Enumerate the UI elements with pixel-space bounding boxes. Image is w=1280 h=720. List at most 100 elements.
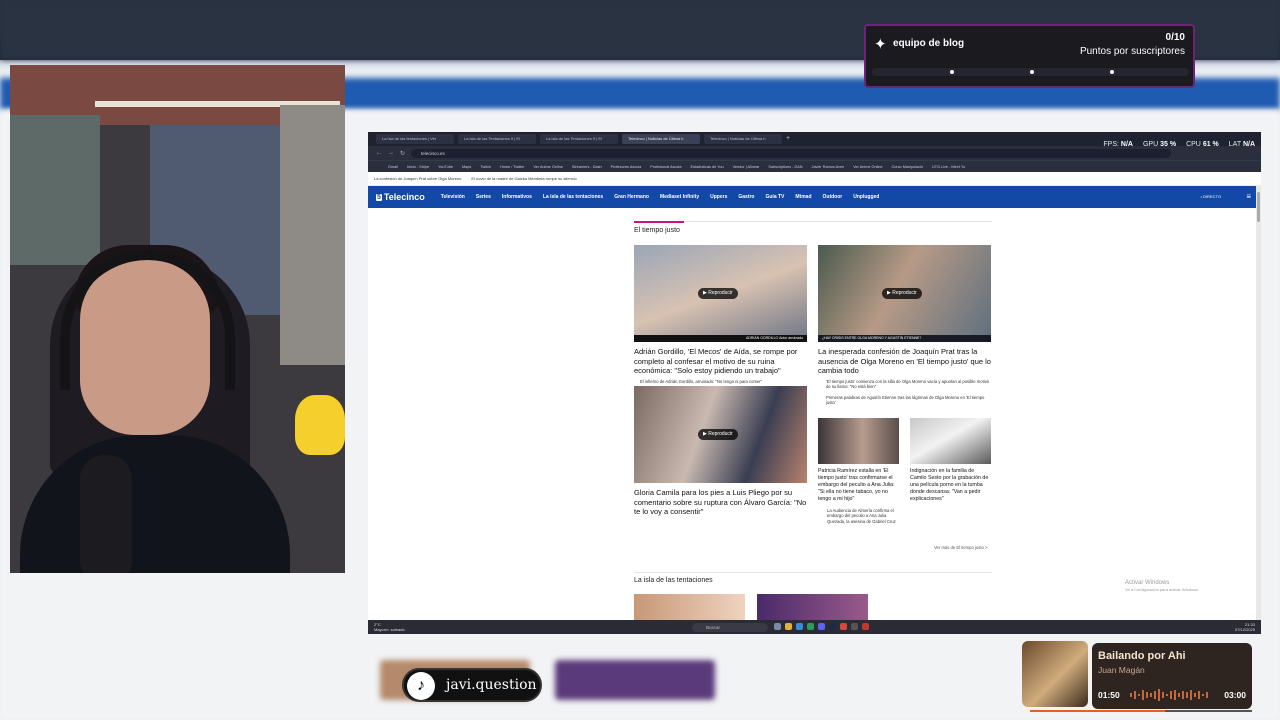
- browser-tab[interactable]: La isla de las Tentaciones 9 | El: [458, 134, 536, 144]
- bookmark[interactable]: Profesores Asocia: [611, 165, 642, 169]
- telecinco-logo[interactable]: 5 Telecinco: [376, 192, 425, 202]
- video-thumbnail[interactable]: ▶ Reproducir ¿HAY CRISIS ENTRE OLGA MORE…: [818, 245, 991, 342]
- related-link[interactable]: El infierno de Adrián Gordillo, arruinad…: [640, 379, 810, 384]
- section-title[interactable]: La isla de las tentaciones: [634, 577, 713, 584]
- related-link[interactable]: La Audiencia de Almería confirma el emba…: [827, 508, 901, 524]
- related-link[interactable]: 'El tiempo justo' comienza con la silla …: [826, 379, 991, 390]
- browser-tab[interactable]: La isla de las Tentaciones 9 | El: [540, 134, 618, 144]
- bookmark[interactable]: Ver Anime Online: [533, 165, 562, 169]
- related-link[interactable]: Primeras palabras de Agustín Etienne tra…: [826, 395, 991, 406]
- tiktok-icon: ♪: [407, 672, 435, 700]
- nav-item[interactable]: Mtmad: [795, 194, 811, 200]
- bookmark[interactable]: Javier Ramos Aven: [812, 165, 845, 169]
- discord-icon[interactable]: [818, 623, 825, 630]
- taskbar-clock[interactable]: 21:33 07/12/2025: [1235, 622, 1255, 632]
- stream-overlay-canvas: La isla de las tentaciones | Ver La isla…: [0, 0, 1280, 720]
- article-thumbnail[interactable]: [818, 418, 899, 464]
- section-title[interactable]: El tiempo justo: [634, 227, 680, 234]
- reload-icon[interactable]: ↻: [400, 150, 405, 157]
- chrome-icon[interactable]: [840, 623, 847, 630]
- article-headline[interactable]: Adrián Gordillo, 'El Mecos' de Aída, se …: [634, 347, 807, 376]
- new-tab-icon[interactable]: +: [786, 134, 790, 144]
- nav-item[interactable]: Guía TV: [765, 194, 784, 200]
- taskbar-search[interactable]: Buscar: [692, 623, 768, 632]
- trending-link[interactable]: La confesión de Joaquín Prat sobre Olga …: [374, 176, 461, 181]
- star-badge-icon: ✦: [874, 36, 887, 53]
- thumbnail-caption: ADRIÁN GORDILLO Actor arruinado: [634, 335, 807, 342]
- bookmark[interactable]: Streamers - Dash: [572, 165, 602, 169]
- bookmark[interactable]: Ver Anime Online: [853, 165, 882, 169]
- play-button[interactable]: ▶ Reproducir: [698, 288, 738, 299]
- task-view-icon[interactable]: [774, 623, 781, 630]
- goal-milestone: [1110, 70, 1114, 74]
- article-thumbnail[interactable]: [910, 418, 991, 464]
- bookmark[interactable]: Inicio - Stripe: [407, 165, 429, 169]
- play-button[interactable]: ▶ Reproducir: [882, 288, 922, 299]
- article-headline[interactable]: La inesperada confesión de Joaquín Prat …: [818, 347, 991, 376]
- url-field[interactable]: telecinco.es: [411, 148, 1172, 158]
- spotify-icon[interactable]: [807, 623, 814, 630]
- track-elapsed: 01:50: [1098, 690, 1120, 700]
- browser-tab-active[interactable]: Telecinco | Noticias de Última h: [622, 134, 700, 144]
- bookmark[interactable]: Subscriptions - DAN: [768, 165, 802, 169]
- bookmark[interactable]: Twitch: [480, 165, 491, 169]
- wanted-poster: [10, 115, 100, 265]
- bookmark[interactable]: Curso Manipulació: [892, 165, 923, 169]
- nav-item[interactable]: Gran Hermano: [614, 194, 649, 200]
- nav-item[interactable]: Informativos: [502, 194, 532, 200]
- article-headline[interactable]: Gloria Camila para los pies a Luis Plieg…: [634, 488, 807, 517]
- clock-date: 07/12/2025: [1234, 627, 1255, 632]
- album-cover: [1022, 641, 1088, 707]
- video-thumbnail[interactable]: ▶ Reproducir: [634, 386, 807, 483]
- video-thumbnail[interactable]: [757, 594, 868, 620]
- bookmark[interactable]: Estadísticas de You: [690, 165, 723, 169]
- forward-arrow-icon[interactable]: →: [388, 150, 394, 156]
- nav-item[interactable]: La isla de las tentaciones: [543, 194, 603, 200]
- file-explorer-icon[interactable]: [785, 623, 792, 630]
- track-artist: Juan Magán: [1098, 665, 1145, 675]
- nav-item[interactable]: Televisión: [441, 194, 465, 200]
- bookmark[interactable]: Profesional Asocia: [650, 165, 681, 169]
- nav-item[interactable]: Unplugged: [853, 194, 879, 200]
- bookmark[interactable]: Gmail: [388, 165, 398, 169]
- back-arrow-icon[interactable]: ←: [376, 150, 382, 156]
- track-progress-bar: [1030, 710, 1252, 712]
- article-headline[interactable]: Patricia Ramírez estalla en 'El tiempo j…: [818, 468, 902, 503]
- wall-poster: [280, 105, 345, 365]
- browser-tab[interactable]: Telecinco | Noticias de Última h: [704, 134, 782, 144]
- obs-icon[interactable]: [851, 623, 858, 630]
- scrollbar-thumb[interactable]: [1257, 192, 1260, 222]
- nav-item[interactable]: Gastro: [738, 194, 754, 200]
- weather-widget[interactable]: 2°C Mayorm. soleado: [374, 622, 405, 632]
- goal-count: 0/10: [1165, 32, 1185, 43]
- bookmark[interactable]: Vendor | Alinear: [733, 165, 760, 169]
- live-link[interactable]: • DIRECTO: [1201, 194, 1221, 199]
- bookmark[interactable]: Home / Twitter: [500, 165, 524, 169]
- subscriber-goal-widget: ✦ equipo de blog 0/10 Puntos por suscrip…: [864, 24, 1195, 88]
- video-thumbnail[interactable]: ▶ Reproducir ADRIÁN GORDILLO Actor arrui…: [634, 245, 807, 342]
- video-thumbnail[interactable]: [634, 594, 745, 620]
- hamburger-menu-icon[interactable]: ≡: [1246, 192, 1251, 201]
- nav-item[interactable]: Mediaset Infinity: [660, 194, 699, 200]
- browser-tab[interactable]: La isla de las tentaciones | Ver: [376, 134, 454, 144]
- nav-item[interactable]: Series: [476, 194, 491, 200]
- bookmark[interactable]: Maps: [462, 165, 471, 169]
- bookmark[interactable]: UTG.Live - Meet Yo: [932, 165, 965, 169]
- trending-link[interactable]: El novio de la madre de Gaizka Mendieta …: [471, 176, 576, 181]
- goal-milestone: [950, 70, 954, 74]
- see-more-link[interactable]: Ver más de El tiempo justo >: [934, 545, 987, 550]
- activate-windows-subtitle: Ve a Configuración para activar Windows.: [1125, 587, 1200, 592]
- edge-icon[interactable]: [796, 623, 803, 630]
- bookmark[interactable]: YouTube: [438, 165, 453, 169]
- app-icon[interactable]: [862, 623, 869, 630]
- play-button[interactable]: ▶ Reproducir: [698, 429, 738, 440]
- nav-item[interactable]: Outdoor: [823, 194, 843, 200]
- site-navbar: 5 Telecinco Televisión Series Informativo…: [368, 186, 1261, 208]
- page-scrollbar[interactable]: [1256, 186, 1261, 620]
- section-divider: [634, 572, 992, 573]
- waveform-icon: [1130, 689, 1208, 701]
- nav-item[interactable]: Uppers: [710, 194, 727, 200]
- steam-icon[interactable]: [829, 623, 836, 630]
- address-bar-row: ← → ↻ telecinco.es: [368, 146, 1261, 160]
- article-headline[interactable]: Indignación en la familia de Camilo Sest…: [910, 468, 992, 503]
